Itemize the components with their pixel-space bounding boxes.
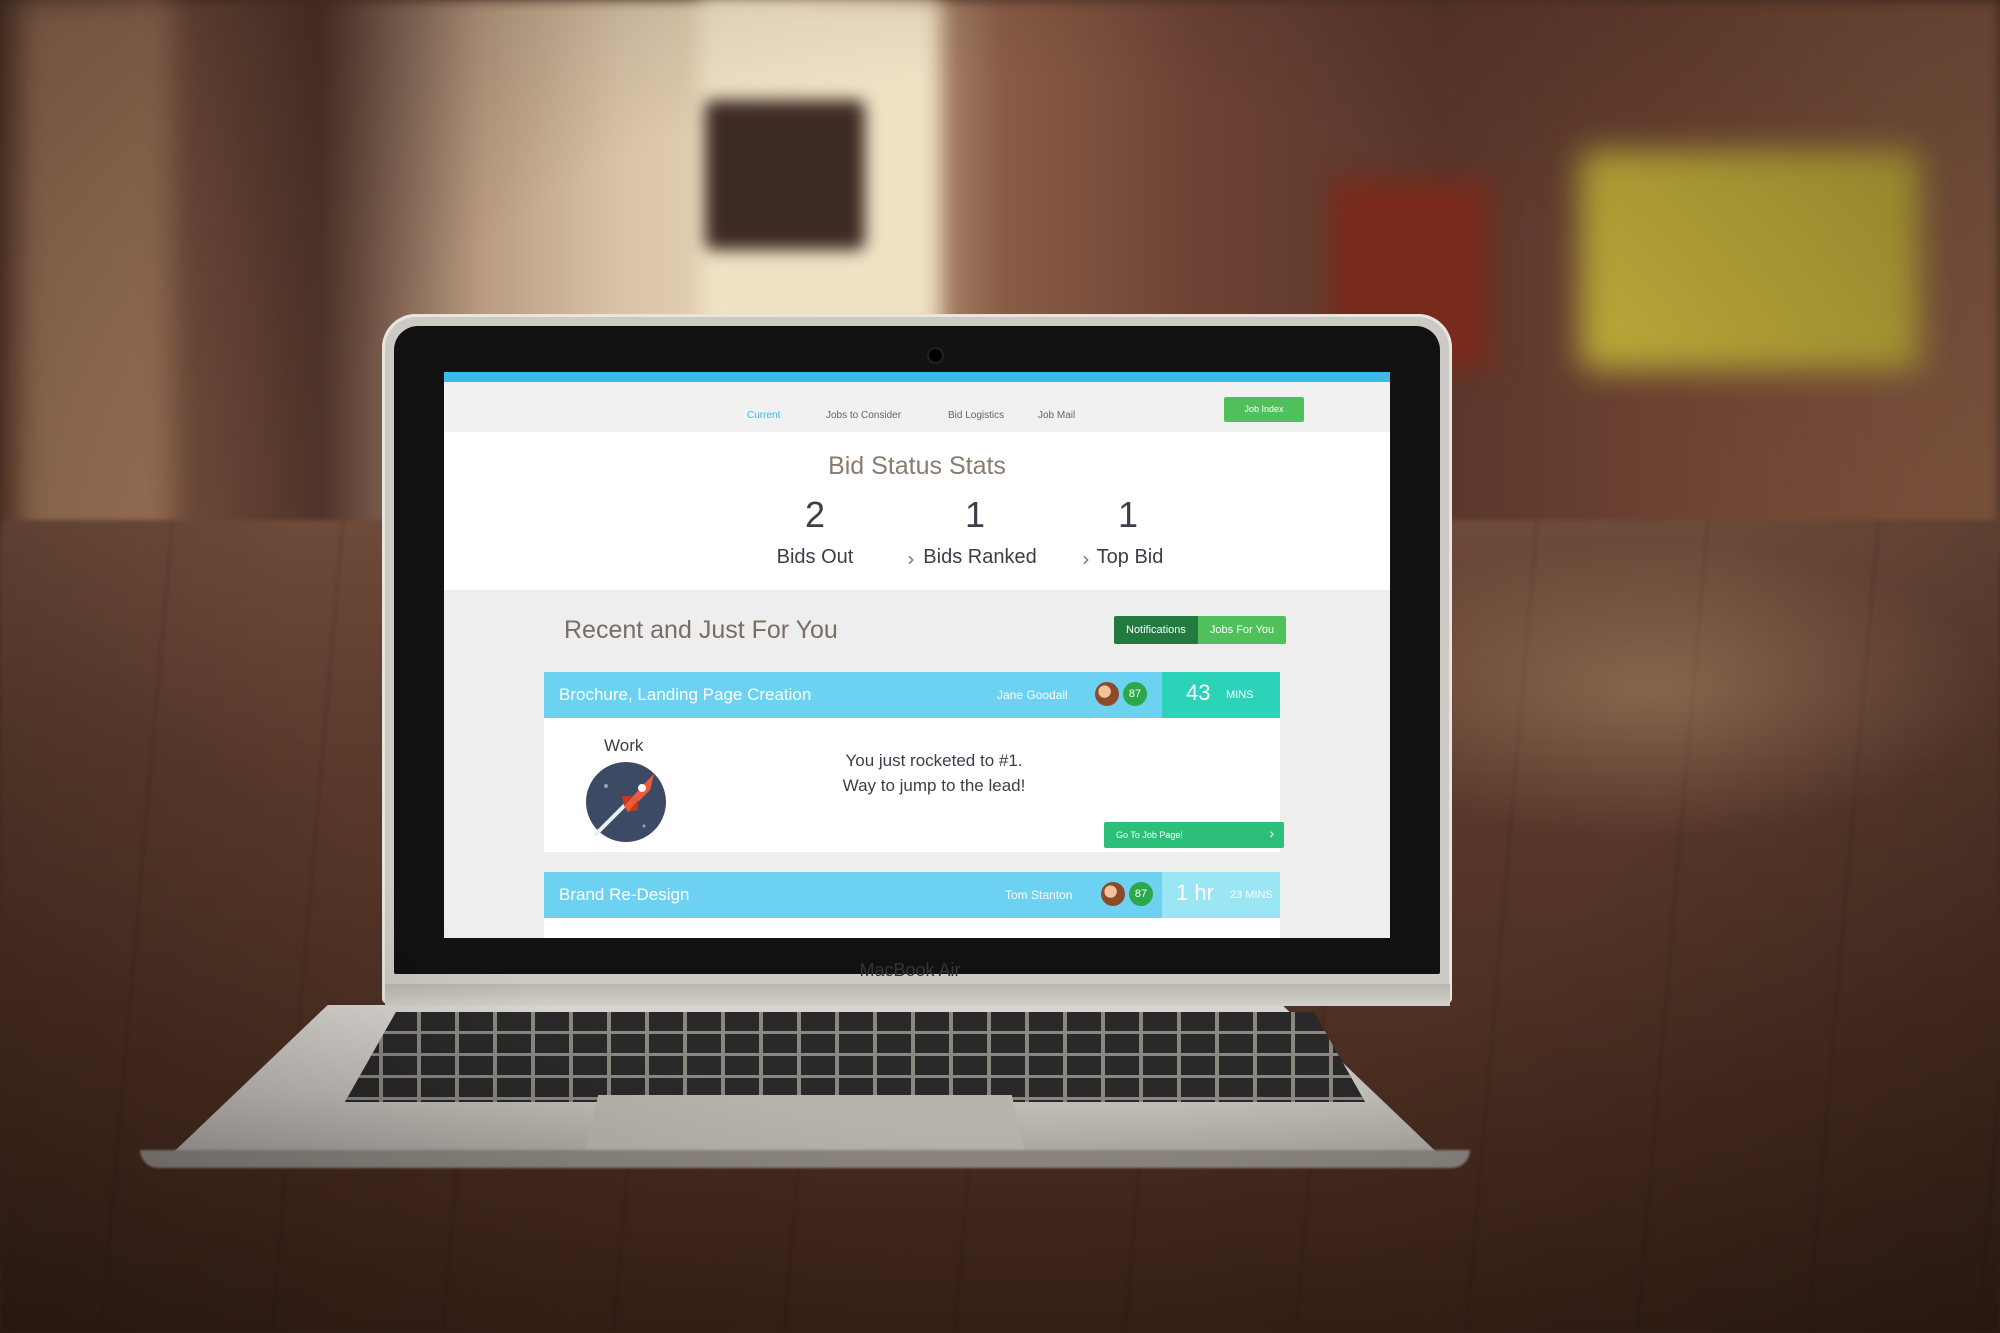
background-chair xyxy=(705,100,865,250)
chevron-right-icon: › xyxy=(1269,825,1274,841)
laptop-keyboard-rows xyxy=(345,1012,1365,1102)
job-card[interactable]: Brochure, Landing Page Creation Jane Goo… xyxy=(544,672,1284,852)
go-to-job-page-label: Go To Job Page! xyxy=(1116,830,1183,840)
stat-bids-out-value: 2 xyxy=(804,494,826,535)
recent-title: Recent and Just For You xyxy=(564,616,838,644)
recent-section: Recent and Just For You Notifications Jo… xyxy=(444,590,1390,938)
feed-toggle: Notifications Jobs For You xyxy=(1114,616,1287,644)
top-nav: Current Jobs to Consider Bid Logistics J… xyxy=(444,382,1390,432)
go-to-job-page-button[interactable]: Go To Job Page! › xyxy=(1104,822,1284,848)
laptop-hinge xyxy=(385,984,1450,1006)
score-badge: 87 xyxy=(1123,682,1147,706)
time-unit: 23 MINS xyxy=(1230,889,1273,901)
rocket-icon xyxy=(586,762,666,842)
stat-top-bid-value: 1 xyxy=(1117,494,1139,535)
nav-item-bid-logistics[interactable]: Bid Logistics xyxy=(948,410,1004,421)
stat-bids-out-label: Bids Out xyxy=(776,546,854,568)
stats-title: Bid Status Stats xyxy=(828,452,1006,480)
job-card[interactable]: Brand Re-Design Tom Stanton 87 1 hr 23 M… xyxy=(544,872,1280,938)
stat-bids-ranked-label: Bids Ranked xyxy=(923,546,1037,568)
stat-top-bid-label: Top Bid xyxy=(1096,546,1164,568)
message-line-1: You just rocketed to #1. xyxy=(845,751,1023,770)
message-line-2: Way to jump to the lead! xyxy=(842,776,1026,795)
app-screen: Current Jobs to Consider Bid Logistics J… xyxy=(444,372,1390,938)
job-card-header[interactable]: Brand Re-Design Tom Stanton 87 1 hr 23 M… xyxy=(544,872,1280,918)
stat-bids-ranked-value: 1 xyxy=(964,494,986,535)
time-unit: MINS xyxy=(1226,689,1254,701)
laptop-trackpad xyxy=(585,1095,1025,1153)
jobs-for-you-tab[interactable]: Jobs For You xyxy=(1197,616,1287,644)
time-remaining: 1 hr 23 MINS xyxy=(1162,872,1280,918)
camera-icon xyxy=(929,349,942,362)
work-label: Work xyxy=(604,736,644,755)
job-card-message: You just rocketed to #1. Way to jump to … xyxy=(744,748,1124,798)
avatar xyxy=(1095,682,1119,706)
background-sofa xyxy=(1580,150,1920,370)
job-card-user: Tom Stanton xyxy=(1005,888,1073,902)
laptop-brand-label: MacBook Air xyxy=(859,960,961,980)
avatar xyxy=(1101,882,1125,906)
time-value: 43 xyxy=(1186,680,1211,705)
notifications-tab[interactable]: Notifications xyxy=(1114,616,1198,644)
job-card-title[interactable]: Brochure, Landing Page Creation xyxy=(559,685,811,705)
score-badge: 87 xyxy=(1129,882,1153,906)
time-value: 1 hr xyxy=(1176,880,1214,905)
job-card-user: Jane Goodall xyxy=(997,688,1068,702)
nav-item-jobs-to-consider[interactable]: Jobs to Consider xyxy=(826,410,901,421)
job-card-header[interactable]: Brochure, Landing Page Creation Jane Goo… xyxy=(544,672,1280,718)
job-index-button[interactable]: Job Index xyxy=(1224,397,1304,422)
laptop-base-edge xyxy=(140,1150,1470,1168)
time-remaining: 43 MINS xyxy=(1162,672,1280,718)
top-accent-bar xyxy=(444,372,1390,382)
nav-item-job-mail[interactable]: Job Mail xyxy=(1038,410,1075,421)
nav-item-current[interactable]: Current xyxy=(747,410,780,421)
job-card-title[interactable]: Brand Re-Design xyxy=(559,885,689,905)
